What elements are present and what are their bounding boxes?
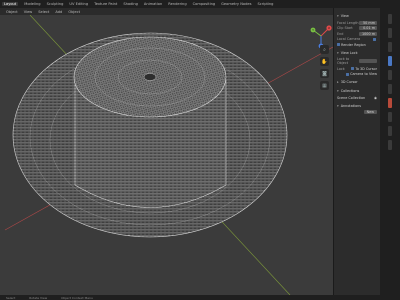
lock-object-field[interactable] xyxy=(359,59,377,63)
gizmo-x-label: X xyxy=(328,26,330,30)
clip-start-field[interactable]: 0.01 m xyxy=(359,26,377,30)
grid-icon[interactable]: ▦ xyxy=(320,81,329,90)
zoom-icon[interactable]: ⌕ xyxy=(320,45,329,54)
annotation-new-button[interactable]: New xyxy=(363,110,377,114)
output-tab-icon[interactable] xyxy=(388,42,392,52)
annotation-row: New xyxy=(337,110,377,114)
menu-object[interactable]: Object xyxy=(68,10,80,14)
status-rotate: Rotate View xyxy=(29,295,48,300)
camera-icon[interactable]: ◙ xyxy=(320,69,329,78)
workspace-tabs: Layout Modeling Sculpting UV Editing Tex… xyxy=(0,0,400,8)
menu-view[interactable]: View xyxy=(24,10,33,14)
chevron-down-icon: ▾ xyxy=(337,14,339,18)
tab-compositing[interactable]: Compositing xyxy=(193,2,216,6)
n-panel-sidebar: ▾ View Focal Length 50 mm Clip Start 0.01… xyxy=(333,8,380,295)
focal-length-row: Focal Length 50 mm xyxy=(337,20,377,25)
tab-texture-paint[interactable]: Texture Paint xyxy=(94,2,117,6)
status-bar: Select Rotate View Object Context Menu xyxy=(0,295,400,300)
lock-row: Lock To 3D Cursor xyxy=(337,66,377,71)
status-context-menu: Object Context Menu xyxy=(61,295,93,300)
menu-add[interactable]: Add xyxy=(55,10,62,14)
view-tab-icon[interactable] xyxy=(388,56,392,66)
section-3d-cursor[interactable]: ▸ 3D Cursor xyxy=(337,79,377,85)
lock-camera-row: Camera to View xyxy=(337,72,377,76)
collection-row[interactable]: Scene Collection ◉ xyxy=(337,96,377,100)
render-region-checkbox[interactable] xyxy=(337,43,340,46)
render-tab-icon[interactable] xyxy=(388,28,392,38)
chevron-down-icon: ▾ xyxy=(337,50,339,55)
lock-camera-checkbox[interactable] xyxy=(346,72,350,76)
viewport-header: Object View Select Add Object xyxy=(0,8,333,15)
scene-tab-icon[interactable] xyxy=(388,70,392,80)
clip-end-row: End 1000 m xyxy=(337,31,377,36)
menu-select[interactable]: Select xyxy=(38,10,49,14)
tab-modeling[interactable]: Modeling xyxy=(24,2,40,6)
gizmo-y-label: Y xyxy=(312,28,314,32)
section-view-lock[interactable]: ▾ View Lock xyxy=(337,50,377,56)
local-camera-checkbox[interactable] xyxy=(373,37,376,41)
tab-layout[interactable]: Layout xyxy=(2,2,19,6)
physics-tab-icon[interactable] xyxy=(388,126,392,136)
eye-icon[interactable]: ◉ xyxy=(374,96,377,100)
section-annotations[interactable]: ▾ Annotations xyxy=(337,103,377,109)
clip-start-row: Clip Start 0.01 m xyxy=(337,26,377,30)
tool-tab-icon[interactable] xyxy=(388,14,392,24)
tab-rendering[interactable]: Rendering xyxy=(168,2,186,6)
menu-object-mode[interactable]: Object xyxy=(6,10,18,14)
tab-scripting[interactable]: Scripting xyxy=(257,2,273,6)
viewport-nav-tools: ⌕ ✋ ◙ ▦ xyxy=(320,45,329,90)
chevron-down-icon: ▾ xyxy=(337,103,339,108)
section-collections[interactable]: ▾ Collections xyxy=(337,88,377,94)
world-tab-icon[interactable] xyxy=(388,84,392,94)
section-view[interactable]: ▾ View xyxy=(337,13,377,19)
tab-geometry-nodes[interactable]: Geometry Nodes xyxy=(221,2,251,6)
lock-cursor-checkbox[interactable] xyxy=(351,67,355,70)
3d-viewport[interactable]: X Y Z ⌕ ✋ ◙ ▦ xyxy=(0,15,333,295)
tab-sculpting[interactable]: Sculpting xyxy=(47,2,64,6)
lock-object-row: Lock to Object xyxy=(337,57,377,65)
local-camera-row: Local Camera xyxy=(337,37,377,41)
chevron-right-icon: ▸ xyxy=(337,80,339,84)
tab-uv-editing[interactable]: UV Editing xyxy=(69,2,88,6)
chevron-down-icon: ▾ xyxy=(337,89,339,93)
collection-item: Scene Collection xyxy=(337,95,366,100)
focal-length-field[interactable]: 50 mm xyxy=(359,20,377,25)
modifier-tab-icon[interactable] xyxy=(388,112,392,122)
clip-end-field[interactable]: 1000 m xyxy=(359,31,377,36)
constraint-tab-icon[interactable] xyxy=(388,140,392,150)
tab-animation[interactable]: Animation xyxy=(144,2,162,6)
pan-hand-icon[interactable]: ✋ xyxy=(320,57,329,66)
status-select: Select xyxy=(6,295,16,300)
object-tab-icon[interactable] xyxy=(388,98,392,108)
viewport-scene xyxy=(4,15,333,295)
tab-shading[interactable]: Shading xyxy=(123,2,138,6)
render-region-row: Render Region xyxy=(337,43,377,47)
properties-tab-strip xyxy=(380,8,400,295)
